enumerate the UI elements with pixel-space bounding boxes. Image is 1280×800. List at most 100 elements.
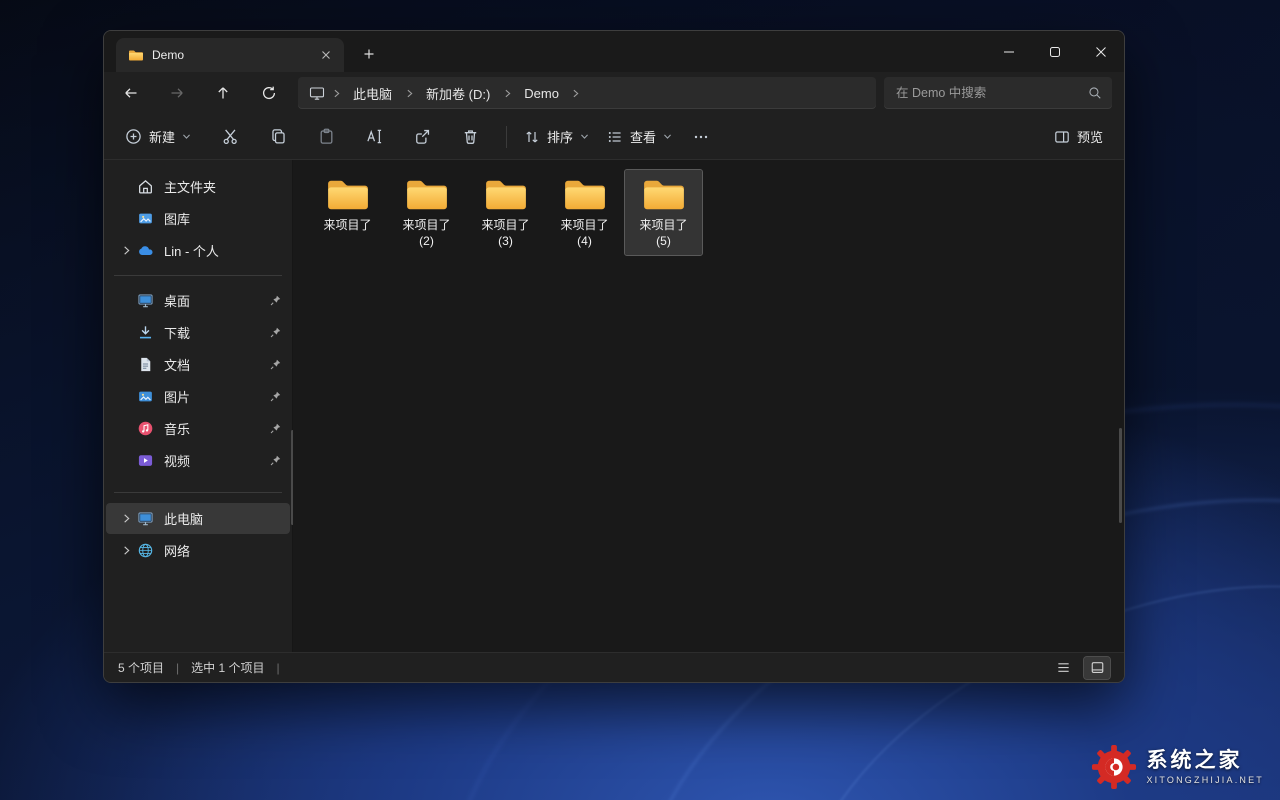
folder-icon	[325, 177, 371, 213]
back-button[interactable]	[108, 76, 154, 110]
forward-button[interactable]	[154, 76, 200, 110]
search-box[interactable]	[884, 77, 1112, 109]
pin-icon	[260, 326, 290, 339]
content-scrollbar-thumb[interactable]	[1119, 428, 1122, 523]
paste-button[interactable]	[306, 120, 346, 154]
sidebar-item-desktop[interactable]: 桌面	[106, 285, 290, 316]
sidebar-item-onedrive[interactable]: Lin - 个人	[106, 235, 290, 266]
folder-icon	[483, 177, 529, 213]
watermark-site: XITONGZHIJIA.NET	[1146, 775, 1264, 785]
sidebar: 主文件夹 图库	[104, 160, 292, 652]
file-grid: 来项目了 来项目了 (2)	[309, 170, 1124, 255]
folder-icon	[128, 49, 144, 62]
file-item[interactable]: 来项目了 (3)	[467, 170, 544, 255]
chevron-right-icon[interactable]	[116, 513, 136, 524]
pin-icon	[260, 294, 290, 307]
downloads-icon	[136, 324, 154, 342]
tab-demo[interactable]: Demo	[116, 38, 344, 72]
watermark: 系统之家 XITONGZHIJIA.NET	[1091, 744, 1264, 790]
breadcrumb-drive-d[interactable]: 新加卷 (D:)	[417, 81, 499, 106]
new-tab-button[interactable]	[354, 39, 384, 69]
chevron-down-icon	[182, 132, 191, 141]
sort-button[interactable]: 排序	[515, 120, 598, 154]
cut-button[interactable]	[210, 120, 250, 154]
chevron-right-icon	[568, 89, 584, 98]
new-plus-icon	[125, 128, 142, 145]
network-icon	[136, 542, 154, 560]
sidebar-separator	[114, 492, 282, 493]
breadcrumb-this-pc[interactable]: 此电脑	[344, 81, 401, 106]
chevron-right-icon[interactable]	[116, 245, 136, 256]
file-item-selected[interactable]: 来项目了 (5)	[625, 170, 702, 255]
sidebar-item-network[interactable]: 网络	[106, 535, 290, 566]
sidebar-item-documents[interactable]: 文档	[106, 349, 290, 380]
close-button[interactable]	[1078, 31, 1124, 72]
selection-count: 选中 1 个项目	[191, 659, 264, 676]
chevron-right-icon[interactable]	[116, 545, 136, 556]
watermark-name: 系统之家	[1146, 749, 1264, 773]
file-item[interactable]: 来项目了 (2)	[388, 170, 465, 255]
file-item[interactable]: 来项目了 (4)	[546, 170, 623, 255]
new-button[interactable]: 新建	[116, 120, 200, 154]
gallery-icon	[136, 210, 154, 228]
navigation-bar: 此电脑 新加卷 (D:) Demo	[104, 72, 1124, 114]
preview-button[interactable]: 预览	[1045, 120, 1112, 154]
refresh-button[interactable]	[246, 76, 292, 110]
chevron-down-icon	[663, 132, 672, 141]
folder-icon	[641, 177, 687, 213]
file-explorer-window: Demo	[103, 30, 1125, 683]
this-pc-icon	[306, 85, 328, 101]
copy-button[interactable]	[258, 120, 298, 154]
maximize-button[interactable]	[1032, 31, 1078, 72]
delete-button[interactable]	[450, 120, 490, 154]
desktop-wallpaper: Demo	[0, 0, 1280, 800]
search-icon[interactable]	[1088, 86, 1102, 100]
up-button[interactable]	[200, 76, 246, 110]
pin-icon	[260, 422, 290, 435]
preview-icon	[1054, 129, 1070, 145]
large-icons-view-button[interactable]	[1084, 657, 1110, 679]
videos-icon	[136, 452, 154, 470]
sidebar-item-videos[interactable]: 视频	[106, 445, 290, 476]
sidebar-item-downloads[interactable]: 下载	[106, 317, 290, 348]
sidebar-item-home[interactable]: 主文件夹	[106, 171, 290, 202]
watermark-logo-icon	[1091, 744, 1137, 790]
sidebar-item-gallery[interactable]: 图库	[106, 203, 290, 234]
pin-icon	[260, 454, 290, 467]
folder-icon	[562, 177, 608, 213]
sidebar-separator	[114, 275, 282, 276]
window-body: 主文件夹 图库	[104, 160, 1124, 652]
music-icon	[136, 420, 154, 438]
file-item[interactable]: 来项目了	[309, 170, 386, 239]
view-icon	[607, 129, 623, 145]
status-separator: |	[176, 661, 179, 675]
status-separator: |	[276, 661, 279, 675]
sidebar-item-this-pc[interactable]: 此电脑	[106, 503, 290, 534]
breadcrumb: 此电脑 新加卷 (D:) Demo	[298, 77, 876, 109]
item-count: 5 个项目	[118, 659, 164, 676]
onedrive-cloud-icon	[136, 242, 154, 260]
view-button[interactable]: 查看	[598, 120, 681, 154]
chevron-right-icon	[328, 89, 344, 98]
tab-title: Demo	[152, 48, 306, 62]
rename-button[interactable]	[354, 120, 394, 154]
home-icon	[136, 178, 154, 196]
tab-close-button[interactable]	[314, 43, 338, 67]
toolbar-separator	[506, 126, 507, 148]
this-pc-icon	[136, 510, 154, 528]
details-view-button[interactable]	[1050, 657, 1076, 679]
more-options-button[interactable]	[681, 120, 721, 154]
sidebar-item-pictures[interactable]: 图片	[106, 381, 290, 412]
search-input[interactable]	[896, 86, 1088, 100]
status-bar: 5 个项目 | 选中 1 个项目 |	[104, 652, 1124, 682]
share-button[interactable]	[402, 120, 442, 154]
chevron-right-icon	[499, 89, 515, 98]
sidebar-item-music[interactable]: 音乐	[106, 413, 290, 444]
folder-icon	[404, 177, 450, 213]
documents-icon	[136, 356, 154, 374]
breadcrumb-demo[interactable]: Demo	[515, 83, 568, 104]
file-list-pane[interactable]: 来项目了 来项目了 (2)	[293, 160, 1124, 652]
minimize-button[interactable]	[986, 31, 1032, 72]
pictures-icon	[136, 388, 154, 406]
pin-icon	[260, 358, 290, 371]
